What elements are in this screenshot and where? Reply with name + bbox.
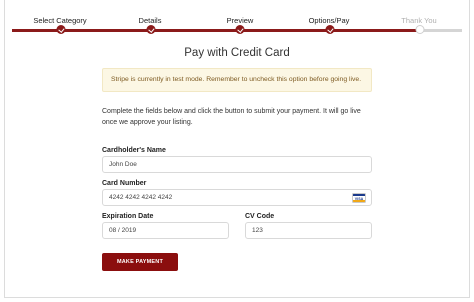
step-label-select-category: Select Category	[33, 16, 87, 25]
cv-code-label: CV Code	[245, 213, 275, 220]
cv-code-input[interactable]: 123	[245, 222, 372, 239]
step-label-details: Details	[138, 16, 162, 25]
card-number-value: 4242 4242 4242 4242	[109, 194, 173, 201]
cv-code-value: 123	[252, 227, 263, 234]
intro-text: Complete the fields below and click the …	[102, 108, 361, 126]
progress-steps: Select Category Details Preview Options/…	[0, 0, 474, 40]
step-label-preview: Preview	[226, 16, 254, 25]
step-label-thank-you: Thank You	[401, 16, 437, 25]
card-number-label: Card Number	[102, 180, 147, 187]
progress-track-pending	[420, 29, 462, 32]
checkout-panel	[4, 0, 470, 298]
step-check-icon	[56, 25, 66, 34]
step-check-icon	[235, 25, 245, 34]
step-pending-dot-icon	[415, 25, 425, 34]
progress-track-complete	[12, 29, 420, 32]
step-check-icon	[146, 25, 156, 34]
visa-card-icon: VISA	[352, 193, 366, 203]
page-title: Pay with Credit Card	[184, 47, 290, 59]
step-label-options-pay: Options/Pay	[308, 16, 350, 25]
expiration-date-input[interactable]: 08 / 2019	[102, 222, 229, 239]
expiration-date-label: Expiration Date	[102, 213, 154, 220]
cardholder-name-value: John Doe	[109, 161, 137, 168]
make-payment-button[interactable]: MAKE PAYMENT	[102, 253, 178, 271]
step-check-icon	[325, 25, 335, 34]
cardholder-name-label: Cardholder's Name	[102, 147, 166, 154]
card-number-input[interactable]: 4242 4242 4242 4242 VISA	[102, 189, 372, 206]
expiration-date-value: 08 / 2019	[109, 227, 137, 234]
cardholder-name-input[interactable]: John Doe	[102, 156, 372, 173]
test-mode-notice: Stripe is currently in test mode. Rememb…	[102, 68, 372, 92]
